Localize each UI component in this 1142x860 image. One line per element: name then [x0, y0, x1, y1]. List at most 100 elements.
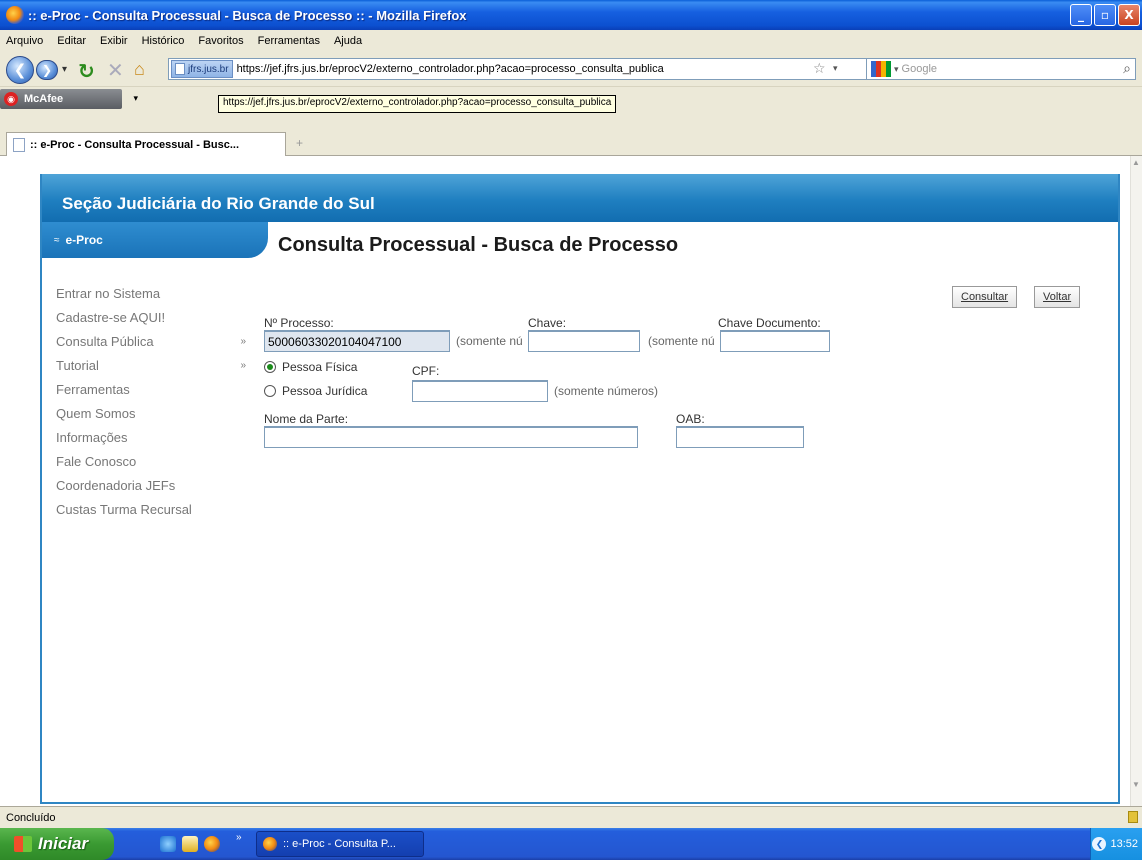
radio-checked-icon[interactable] — [264, 361, 276, 373]
sidebar-item-cadastre[interactable]: Cadastre-se AQUI! — [56, 306, 246, 330]
scroll-up-icon[interactable]: ▲ — [1132, 158, 1142, 168]
minimize-button[interactable]: _ — [1070, 4, 1092, 26]
start-button[interactable]: Iniciar — [0, 828, 114, 860]
start-label: Iniciar — [38, 834, 89, 853]
page-title: Consulta Processual - Busca de Processo — [278, 234, 679, 256]
outlook-icon[interactable] — [182, 836, 198, 852]
clock: 13:52 — [1110, 838, 1138, 850]
url-dropdown-icon[interactable]: ▾ — [833, 63, 838, 74]
internet-explorer-icon[interactable] — [160, 836, 176, 852]
sidebar-item-quem-somos[interactable]: Quem Somos — [56, 402, 246, 426]
windows-logo-icon — [14, 836, 32, 852]
firefox-quicklaunch-icon[interactable] — [204, 836, 220, 852]
tab-strip: :: e-Proc - Consulta Processual - Busc..… — [0, 130, 1142, 156]
history-dropdown-icon[interactable]: ▾ — [62, 64, 67, 75]
taskbar: Iniciar » :: e-Proc - Consulta P... ❮ 13… — [0, 828, 1142, 860]
pessoa-fisica-option[interactable]: Pessoa Física — [264, 360, 357, 374]
search-icon[interactable]: ⌕ — [1123, 60, 1131, 77]
sidebar-item-label: Entrar no Sistema — [56, 286, 161, 301]
cpf-input[interactable] — [412, 380, 548, 402]
nome-parte-label: Nome da Parte: — [264, 412, 349, 426]
scroll-down-icon[interactable]: ▼ — [1132, 780, 1142, 790]
sidebar-item-label: Tutorial — [56, 358, 99, 373]
menu-exibir[interactable]: Exibir — [100, 35, 128, 47]
mcafee-button[interactable]: ◉ McAfee ▾ — [0, 89, 138, 109]
close-button[interactable]: X — [1118, 4, 1140, 26]
menu-ajuda[interactable]: Ajuda — [334, 35, 362, 47]
window-title: :: e-Proc - Consulta Processual - Busca … — [28, 7, 467, 23]
sidebar-menu: Entrar no Sistema Cadastre-se AQUI! Cons… — [56, 282, 246, 522]
site-identity-label: jfrs.jus.br — [188, 63, 229, 75]
bookmark-star-icon[interactable]: ☆ — [813, 60, 826, 77]
new-tab-button[interactable]: + — [296, 136, 303, 150]
system-name: e-Proc — [65, 233, 103, 247]
sidebar-item-custas[interactable]: Custas Turma Recursal — [56, 498, 246, 522]
sidebar-item-consulta-publica[interactable]: Consulta Pública » — [56, 330, 246, 354]
sidebar-item-label: Custas Turma Recursal — [56, 502, 192, 517]
tab-title: :: e-Proc - Consulta Processual - Busc..… — [30, 138, 240, 151]
nome-parte-input[interactable] — [264, 426, 638, 448]
page-frame: Seção Judiciária do Rio Grande do Sul ≈ … — [40, 174, 1120, 804]
reload-icon[interactable]: ↻ — [78, 59, 95, 84]
tray-arrow-icon[interactable]: ❮ — [1092, 837, 1107, 851]
sidebar-item-fale-conosco[interactable]: Fale Conosco — [56, 450, 246, 474]
url-text[interactable]: https://jef.jfrs.jus.br/eprocV2/externo_… — [237, 63, 664, 75]
sidebar-item-ferramentas[interactable]: Ferramentas — [56, 378, 246, 402]
home-icon[interactable]: ⌂ — [134, 59, 156, 79]
quicklaunch-expand-icon[interactable]: » — [236, 832, 242, 843]
firefox-icon — [6, 6, 24, 24]
menu-arquivo[interactable]: Arquivo — [6, 35, 43, 47]
taskbar-item-firefox[interactable]: :: e-Proc - Consulta P... — [256, 831, 424, 857]
pessoa-juridica-option[interactable]: Pessoa Jurídica — [264, 384, 367, 398]
consultar-button[interactable]: Consultar — [952, 286, 1018, 308]
forward-button[interactable]: ❯ — [36, 60, 58, 80]
sidebar-item-label: Consulta Pública — [56, 334, 154, 349]
sidebar-arrow-icon: » — [240, 336, 246, 347]
search-bar[interactable]: ☆ ▾ ▾ Google ⌕ — [813, 58, 1136, 80]
chave-documento-label: Chave Documento: — [718, 316, 821, 330]
chave-documento-input[interactable] — [720, 330, 830, 352]
sidebar-item-coordenadoria[interactable]: Coordenadoria JEFs — [56, 474, 246, 498]
mcafee-shield-icon: ◉ — [4, 92, 18, 106]
sidebar-item-informacoes[interactable]: Informações — [56, 426, 246, 450]
stop-icon[interactable]: ✕ — [107, 58, 124, 83]
url-tooltip: https://jef.jfrs.jus.br/eprocV2/externo_… — [218, 95, 617, 113]
page-viewport: Seção Judiciária do Rio Grande do Sul ≈ … — [0, 156, 1142, 806]
site-title: Seção Judiciária do Rio Grande do Sul — [62, 194, 375, 213]
google-icon[interactable] — [871, 61, 891, 77]
sidebar-item-entrar[interactable]: Entrar no Sistema — [56, 282, 246, 306]
firefox-icon — [263, 837, 277, 851]
sidebar-item-label: Cadastre-se AQUI! — [56, 310, 166, 325]
oab-input[interactable] — [676, 426, 804, 448]
search-engine-dropdown-icon[interactable]: ▾ — [894, 64, 899, 75]
sidebar-item-label: Informações — [56, 430, 128, 445]
vertical-scrollbar[interactable]: ▲ ▼ — [1130, 156, 1142, 806]
pessoa-fisica-label: Pessoa Física — [282, 360, 358, 374]
sidebar-item-tutorial[interactable]: Tutorial » — [56, 354, 246, 378]
status-bar: Concluído — [0, 806, 1142, 828]
oab-label: OAB: — [676, 412, 705, 426]
sidebar-arrow-icon: » — [240, 360, 246, 371]
back-button[interactable]: ❮ — [6, 56, 34, 84]
voltar-button[interactable]: Voltar — [1034, 286, 1081, 308]
chave-input[interactable] — [528, 330, 640, 352]
eproc-menu-header[interactable]: ≈ e-Proc — [42, 222, 268, 258]
menu-favoritos[interactable]: Favoritos — [198, 35, 243, 47]
navigation-toolbar: ❮ ❯ ▾ ↻ ✕ ⌂ jfrs.jus.br https://jef.jfrs… — [0, 52, 1142, 86]
menu-historico[interactable]: Histórico — [142, 35, 185, 47]
lock-icon[interactable] — [1128, 811, 1138, 823]
radio-unchecked-icon[interactable] — [264, 385, 276, 397]
tab-e-proc[interactable]: :: e-Proc - Consulta Processual - Busc..… — [6, 132, 286, 156]
processo-input[interactable] — [264, 330, 450, 352]
maximize-button[interactable]: ▫ — [1094, 4, 1116, 26]
addon-toolbar: ◉ McAfee ▾ https://jef.jfrs.jus.br/eproc… — [0, 86, 1142, 113]
cpf-hint: (somente números) — [554, 384, 659, 398]
taskbar-item-label: :: e-Proc - Consulta P... — [283, 838, 396, 850]
site-identity-button[interactable]: jfrs.jus.br — [171, 60, 233, 78]
menu-ferramentas[interactable]: Ferramentas — [258, 35, 320, 47]
search-input[interactable]: Google — [902, 63, 937, 75]
mcafee-dropdown-icon[interactable]: ▾ — [133, 93, 138, 104]
collapse-icon[interactable]: ≈ — [54, 235, 60, 246]
menu-editar[interactable]: Editar — [57, 35, 86, 47]
chave-hint: (somente nú — [648, 334, 715, 348]
